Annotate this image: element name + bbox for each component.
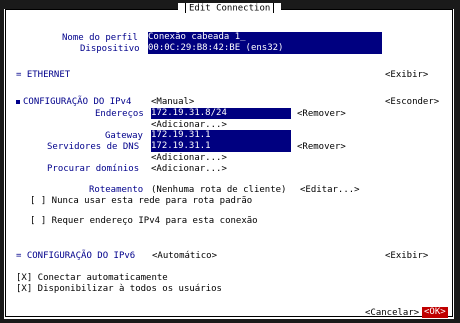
search-domains-add-button[interactable]: <Adicionar...>	[151, 164, 227, 174]
ok-button[interactable]: <OK>	[422, 307, 448, 318]
ipv6-show-button[interactable]: <Exibir>	[385, 251, 428, 261]
device-label: Dispositivo	[80, 44, 140, 54]
routing-label: Roteamento	[89, 185, 144, 195]
ipv6-section-label: = CONFIGURAÇÃO DO IPv6	[16, 251, 136, 261]
gateway-field[interactable]: 172.19.31.1	[151, 130, 291, 141]
device-field[interactable]: 00:0C:29:B8:42:BE (ens32)	[148, 43, 382, 54]
ethernet-show-button[interactable]: <Exibir>	[385, 70, 428, 80]
gateway-label: Gateway	[105, 131, 143, 141]
dns-field[interactable]: 172.19.31.1	[151, 141, 291, 152]
edit-connection-window: Edit Connection Nome do perfil Conexão c…	[4, 3, 454, 319]
all-users-checkbox[interactable]: [X] Disponibilizar à todos os usuários	[16, 284, 222, 294]
routing-edit-button[interactable]: <Editar...>	[300, 185, 360, 195]
title-bar-left	[185, 3, 186, 13]
dialog-title: Edit Connection	[189, 3, 271, 14]
addresses-label: Endereços	[95, 109, 144, 119]
ipv4-hide-button[interactable]: <Esconder>	[385, 97, 439, 107]
terminal-right-edge	[454, 0, 460, 323]
search-domains-label: Procurar domínios	[47, 164, 140, 174]
ipv4-method-select[interactable]: <Manual>	[151, 97, 194, 107]
require-ipv4-checkbox[interactable]: [ ] Requer endereço IPv4 para esta conex…	[30, 216, 258, 226]
address-add-button[interactable]: <Adicionar...>	[151, 120, 227, 130]
dns-add-button[interactable]: <Adicionar...>	[151, 153, 227, 163]
address-field[interactable]: 172.19.31.8/24	[151, 108, 291, 119]
autoconnect-checkbox[interactable]: [X] Conectar automaticamente	[16, 273, 168, 283]
address-remove-button[interactable]: <Remover>	[297, 109, 346, 119]
ipv4-marker-icon	[16, 99, 20, 104]
dialog-title-wrap: Edit Connection	[178, 3, 282, 14]
title-bar-right	[273, 3, 275, 13]
ipv4-section-text: CONFIGURAÇÃO DO IPv4	[23, 97, 132, 107]
profile-name-label: Nome do perfil	[62, 33, 138, 43]
ipv4-section-label: CONFIGURAÇÃO DO IPv4	[16, 97, 131, 107]
ipv6-method-select[interactable]: <Automático>	[152, 251, 217, 261]
never-default-checkbox[interactable]: [ ] Nunca usar esta rede para rota padrã…	[30, 196, 252, 206]
cancel-button[interactable]: <Cancelar>	[365, 308, 419, 318]
profile-name-field[interactable]: Conexão cabeada 1_	[148, 32, 382, 43]
dns-remove-button[interactable]: <Remover>	[297, 142, 346, 152]
routing-value: (Nenhuma rota de cliente)	[151, 185, 287, 195]
ethernet-section-label: = ETHERNET	[16, 70, 71, 80]
dns-label: Servidores de DNS	[47, 142, 140, 152]
dialog-frame	[5, 9, 453, 317]
